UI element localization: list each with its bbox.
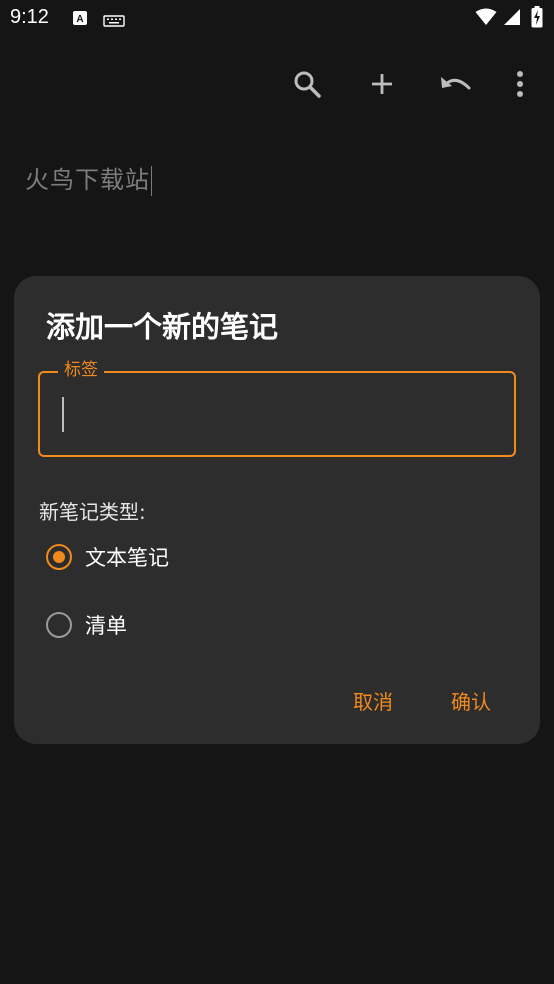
- note-title[interactable]: 火鸟下载站: [25, 160, 152, 196]
- add-note-dialog: 添加一个新的笔记 标签 新笔记类型: 文本笔记 清单 取消 确认: [14, 276, 540, 744]
- confirm-button[interactable]: 确认: [441, 680, 501, 721]
- text-caret: [151, 166, 152, 196]
- label-field[interactable]: 标签: [38, 359, 516, 457]
- dialog-title: 添加一个新的笔记: [46, 310, 279, 344]
- more-options-button[interactable]: [500, 66, 540, 106]
- search-button[interactable]: [287, 66, 327, 106]
- cancel-button[interactable]: 取消: [343, 680, 403, 721]
- label-input[interactable]: [60, 393, 494, 435]
- radio-option-checklist[interactable]: 清单: [46, 605, 127, 645]
- text-input-icon: A: [72, 10, 88, 30]
- undo-icon: [438, 72, 472, 100]
- signal-icon: [503, 8, 521, 30]
- radio-label-checklist: 清单: [85, 614, 127, 638]
- radio-checked-icon[interactable]: [46, 544, 72, 570]
- more-vert-icon: [516, 70, 524, 102]
- label-field-label: 标签: [58, 359, 104, 381]
- radio-option-text-note[interactable]: 文本笔记: [46, 537, 169, 577]
- add-icon: [369, 71, 395, 101]
- add-button[interactable]: [362, 66, 402, 106]
- status-time: 9:12: [10, 6, 49, 28]
- search-icon: [292, 69, 322, 103]
- keyboard-icon: [103, 12, 125, 31]
- battery-charging-icon: [531, 6, 543, 32]
- radio-label-text-note: 文本笔记: [85, 546, 169, 570]
- status-bar: 9:12 A: [0, 0, 554, 36]
- note-title-text: 火鸟下载站: [25, 166, 150, 194]
- note-type-label: 新笔记类型:: [39, 500, 146, 524]
- input-caret: [62, 397, 64, 432]
- wifi-icon: [475, 8, 497, 30]
- radio-unchecked-icon[interactable]: [46, 612, 72, 638]
- undo-button[interactable]: [435, 66, 475, 106]
- svg-text:A: A: [76, 14, 83, 25]
